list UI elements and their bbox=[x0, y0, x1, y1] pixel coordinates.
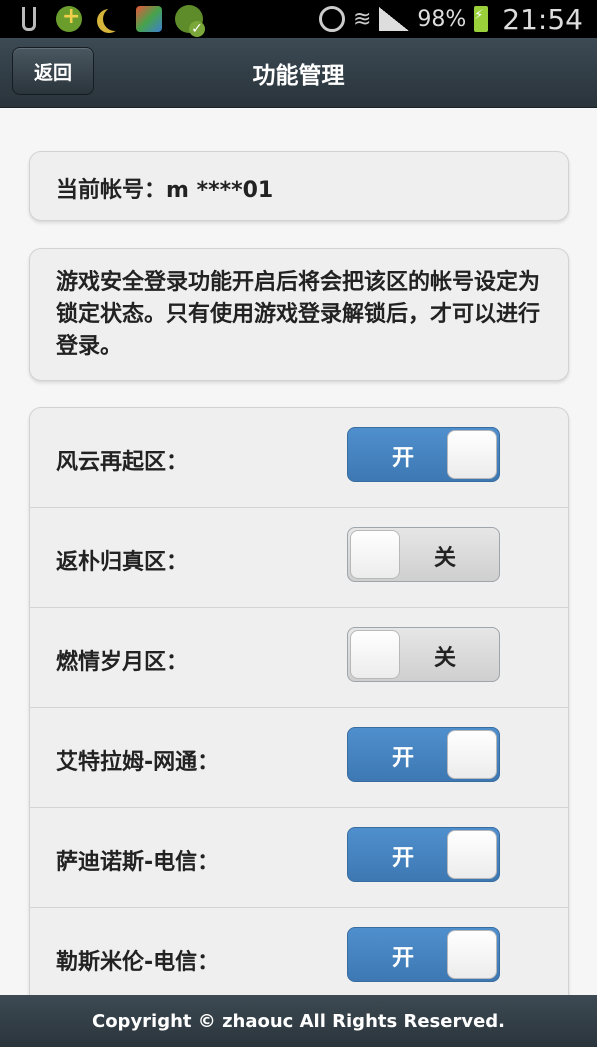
toggle-label: 开 bbox=[392, 746, 415, 771]
page-title: 功能管理 bbox=[252, 63, 345, 89]
game-center-icon bbox=[54, 4, 84, 34]
usb-icon bbox=[14, 4, 44, 34]
status-bar: ≋ 98% 21:54 bbox=[0, 0, 597, 38]
signal-icon bbox=[379, 7, 410, 31]
zone-toggle[interactable]: 关 bbox=[347, 627, 500, 682]
toggle-knob bbox=[447, 930, 497, 979]
zone-name: 返朴归真区： bbox=[56, 550, 189, 575]
badge-check-icon bbox=[174, 4, 205, 37]
toggle-knob bbox=[447, 730, 497, 779]
app-header: 返回 功能管理 bbox=[0, 38, 597, 108]
battery-charging-icon bbox=[474, 6, 489, 32]
zone-name: 艾特拉姆-网通： bbox=[56, 750, 220, 775]
zone-row: 风云再起区： 开 bbox=[30, 408, 568, 508]
zone-row: 燃情岁月区： 关 bbox=[30, 608, 568, 708]
zone-toggle[interactable]: 开 bbox=[347, 727, 500, 782]
toggle-label: 关 bbox=[433, 646, 456, 671]
zone-row: 艾特拉姆-网通： 开 bbox=[30, 708, 568, 808]
system-icons: ≋ 98% 21:54 bbox=[318, 0, 583, 38]
footer: Copyright © zhaouc All Rights Reserved. bbox=[0, 995, 597, 1047]
toggle-label: 关 bbox=[433, 546, 456, 571]
notification-icons bbox=[14, 4, 205, 37]
alarm-icon bbox=[318, 6, 345, 32]
copyright-text: Copyright © zhaouc All Rights Reserved. bbox=[91, 1010, 505, 1032]
toggle-label: 开 bbox=[392, 446, 415, 471]
toggle-knob bbox=[447, 830, 497, 879]
info-card: 游戏安全登录功能开启后将会把该区的帐号设定为锁定状态。只有使用游戏登录解锁后，才… bbox=[29, 248, 569, 381]
info-text: 游戏安全登录功能开启后将会把该区的帐号设定为锁定状态。只有使用游戏登录解锁后，才… bbox=[56, 270, 541, 359]
zone-name: 燃情岁月区： bbox=[56, 650, 189, 675]
zone-name: 风云再起区： bbox=[56, 450, 189, 475]
current-account: 当前帐号：m ****01 bbox=[56, 178, 274, 203]
toggle-label: 开 bbox=[392, 846, 415, 871]
zone-row: 勒斯米伦-电信： 开 bbox=[30, 908, 568, 1008]
wifi-icon: ≋ bbox=[352, 6, 372, 32]
toggle-knob bbox=[350, 530, 400, 579]
account-card: 当前帐号：m ****01 bbox=[29, 151, 569, 221]
moon-icon bbox=[94, 4, 124, 34]
toggle-label: 开 bbox=[392, 946, 415, 971]
battery-percent: 98% bbox=[417, 6, 467, 32]
toggle-knob bbox=[447, 430, 497, 479]
toggle-knob bbox=[350, 630, 400, 679]
clock: 21:54 bbox=[502, 2, 583, 36]
gift-app-icon bbox=[134, 4, 164, 34]
zone-row: 萨迪诺斯-电信： 开 bbox=[30, 808, 568, 908]
zone-list: 风云再起区： 开 返朴归真区： 关 燃情岁月区： 关 艾特拉姆-网通： 开 萨迪… bbox=[29, 407, 569, 1017]
zone-name: 萨迪诺斯-电信： bbox=[56, 850, 220, 875]
zone-toggle[interactable]: 开 bbox=[347, 827, 500, 882]
zone-toggle[interactable]: 关 bbox=[347, 527, 500, 582]
zone-name: 勒斯米伦-电信： bbox=[56, 950, 220, 975]
zone-toggle[interactable]: 开 bbox=[347, 427, 500, 482]
zone-row: 返朴归真区： 关 bbox=[30, 508, 568, 608]
zone-toggle[interactable]: 开 bbox=[347, 927, 500, 982]
